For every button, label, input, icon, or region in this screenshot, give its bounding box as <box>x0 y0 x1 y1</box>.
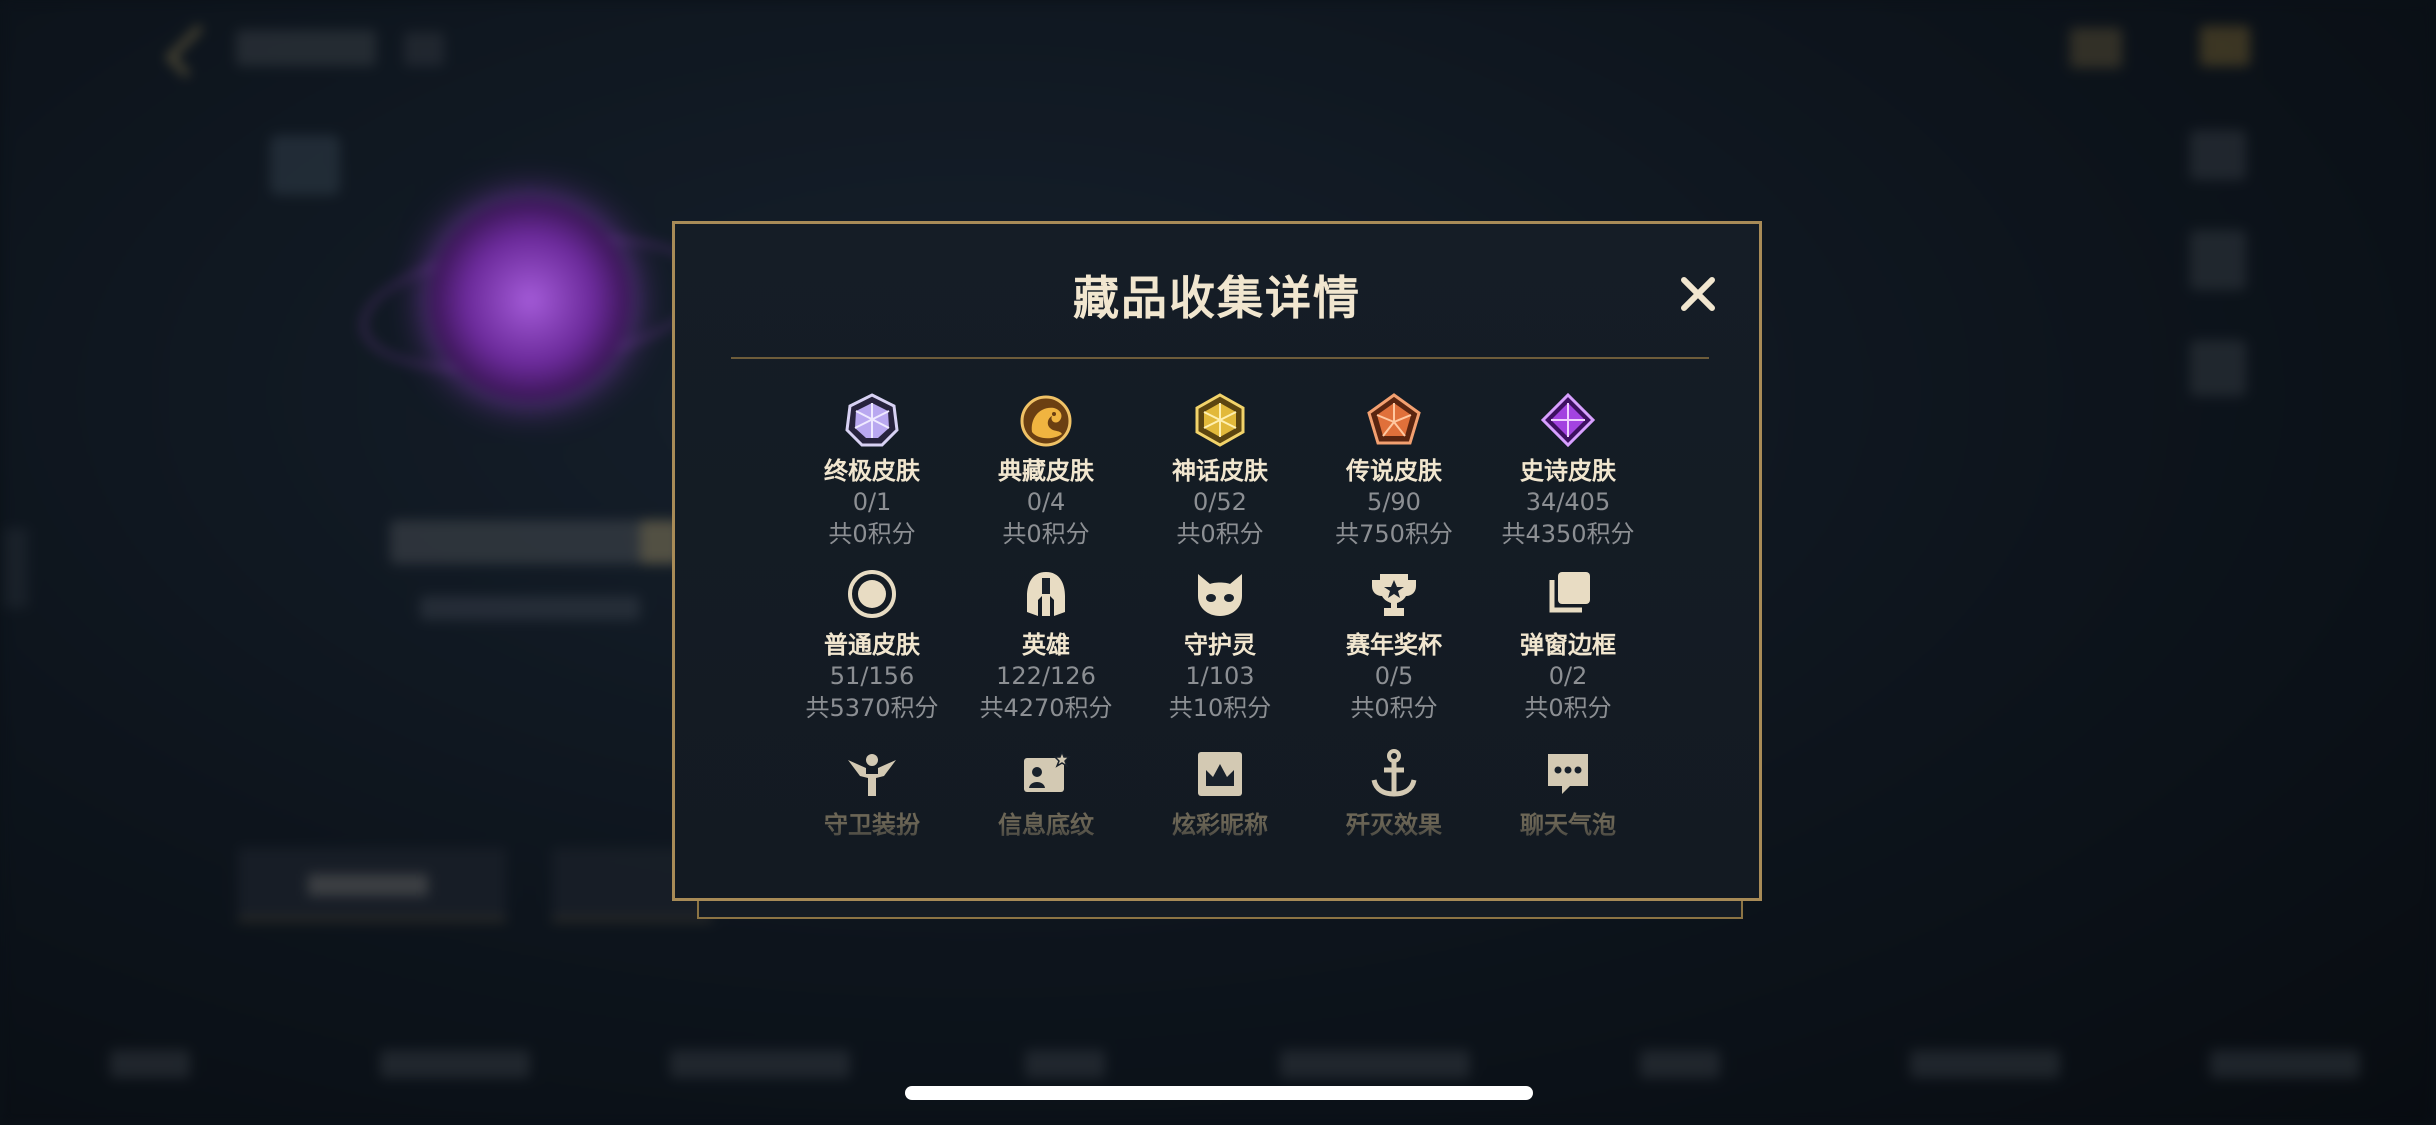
item-name: 炫彩昵称 <box>1172 811 1268 839</box>
top-right-icon <box>2070 28 2122 68</box>
item-points: 共0积分 <box>1524 694 1612 722</box>
ward-skin-icon <box>848 754 896 796</box>
item-name: 守卫装扮 <box>824 811 920 839</box>
tab-placeholder <box>2210 1050 2360 1078</box>
badge-placeholder <box>270 135 340 195</box>
item-count: 0/5 <box>1374 662 1414 690</box>
ultimate-skin-gem-icon <box>845 393 899 447</box>
player-subtitle-placeholder <box>420 596 640 620</box>
tab-placeholder <box>1640 1050 1720 1078</box>
collection-item-champion[interactable]: 英雄 122/126 共4270积分 <box>961 566 1131 724</box>
item-count: 0/1 <box>852 488 892 516</box>
top-right-icon <box>2200 26 2250 66</box>
legendary-skin-gem-icon <box>1367 393 1421 445</box>
tab-placeholder <box>1910 1050 2060 1078</box>
side-menu-icon <box>2190 130 2246 180</box>
tab-placeholder <box>110 1050 190 1078</box>
collection-item-ward-skin[interactable]: 守卫装扮 <box>787 746 957 840</box>
item-name: 信息底纹 <box>998 811 1094 839</box>
collection-item-epic-skin[interactable]: 史诗皮肤 34/405 共4350积分 <box>1483 392 1653 550</box>
side-number-placeholder <box>4 528 28 608</box>
collection-item-guardian[interactable]: 守护灵 1/103 共10积分 <box>1135 566 1305 724</box>
item-count: 122/126 <box>996 662 1096 690</box>
item-name: 史诗皮肤 <box>1520 457 1616 485</box>
common-skin-circle-icon <box>848 570 896 618</box>
item-count: 0/52 <box>1193 488 1247 516</box>
item-points: 共4270积分 <box>979 694 1113 722</box>
collection-item-common-skin[interactable]: 普通皮肤 51/156 共5370积分 <box>787 566 957 724</box>
collection-details-modal: 藏品收集详情 终极皮肤 0/1 共0积分 典藏皮肤 0/4 共0积分 神话皮肤 … <box>672 221 1762 901</box>
item-name: 守护灵 <box>1184 631 1256 659</box>
collection-item-legendary-skin[interactable]: 传说皮肤 5/90 共750积分 <box>1309 392 1479 550</box>
item-name: 英雄 <box>1022 631 1070 659</box>
collection-item-elimination-effect[interactable]: 歼灭效果 <box>1309 746 1479 840</box>
item-name: 歼灭效果 <box>1346 811 1442 839</box>
collection-item-chat-bubble[interactable]: 聊天气泡 <box>1483 746 1653 840</box>
item-points: 共10积分 <box>1168 694 1272 722</box>
item-points: 共0积分 <box>1002 520 1090 548</box>
item-name: 赛年奖杯 <box>1346 631 1442 659</box>
collection-grid: 终极皮肤 0/1 共0积分 典藏皮肤 0/4 共0积分 神话皮肤 0/52 共0… <box>675 224 1759 898</box>
item-name: 终极皮肤 <box>824 457 920 485</box>
collection-item-profile-banner[interactable]: 信息底纹 <box>961 746 1131 840</box>
elimination-effect-anchor-icon <box>1371 749 1417 797</box>
home-indicator[interactable] <box>905 1086 1533 1100</box>
collection-item-season-trophy[interactable]: 赛年奖杯 0/5 共0积分 <box>1309 566 1479 724</box>
epic-skin-gem-icon <box>1540 392 1596 448</box>
item-name: 传说皮肤 <box>1346 457 1442 485</box>
item-count: 0/2 <box>1548 662 1588 690</box>
item-points: 共5370积分 <box>805 694 939 722</box>
item-points: 共750积分 <box>1335 520 1453 548</box>
collection-item-colorful-nickname[interactable]: 炫彩昵称 <box>1135 746 1305 840</box>
item-name: 弹窗边框 <box>1520 631 1616 659</box>
popup-frame-icon <box>1549 572 1590 613</box>
page-title-placeholder <box>236 30 376 66</box>
season-trophy-icon <box>1372 574 1416 616</box>
item-points: 共4350积分 <box>1501 520 1635 548</box>
item-points: 共0积分 <box>1176 520 1264 548</box>
item-count: 0/4 <box>1026 488 1066 516</box>
tab-placeholder <box>670 1050 850 1078</box>
item-points: 共0积分 <box>1350 694 1438 722</box>
item-points: 共0积分 <box>828 520 916 548</box>
collection-item-prestige-skin[interactable]: 典藏皮肤 0/4 共0积分 <box>961 392 1131 550</box>
item-name: 普通皮肤 <box>824 631 920 659</box>
stat-card-bar <box>308 874 428 896</box>
item-name: 典藏皮肤 <box>998 457 1094 485</box>
header-icon-placeholder <box>404 32 444 66</box>
guardian-pet-icon <box>1198 574 1242 616</box>
champion-helmet-icon <box>1027 572 1065 616</box>
tab-placeholder <box>380 1050 530 1078</box>
collection-item-mythic-skin[interactable]: 神话皮肤 0/52 共0积分 <box>1135 392 1305 550</box>
mythic-skin-gem-icon <box>1195 393 1245 447</box>
prestige-skin-dragon-icon <box>1020 395 1072 447</box>
collection-item-ultimate-skin[interactable]: 终极皮肤 0/1 共0积分 <box>787 392 957 550</box>
tab-placeholder <box>1280 1050 1470 1078</box>
item-name: 聊天气泡 <box>1520 811 1616 839</box>
tab-placeholder <box>1025 1050 1105 1078</box>
colorful-nickname-crown-icon <box>1198 752 1242 796</box>
item-count: 1/103 <box>1185 662 1255 690</box>
item-count: 34/405 <box>1525 488 1611 516</box>
side-menu-icon <box>2190 340 2246 396</box>
side-menu-icon <box>2190 230 2246 290</box>
collection-item-popup-frame[interactable]: 弹窗边框 0/2 共0积分 <box>1483 566 1653 724</box>
avatar-orb <box>430 200 630 400</box>
profile-banner-icon <box>1024 749 1071 792</box>
item-count: 5/90 <box>1367 488 1421 516</box>
chat-bubble-icon <box>1548 754 1588 794</box>
item-count: 51/156 <box>829 662 915 690</box>
item-name: 神话皮肤 <box>1172 457 1268 485</box>
stat-card <box>238 848 506 921</box>
